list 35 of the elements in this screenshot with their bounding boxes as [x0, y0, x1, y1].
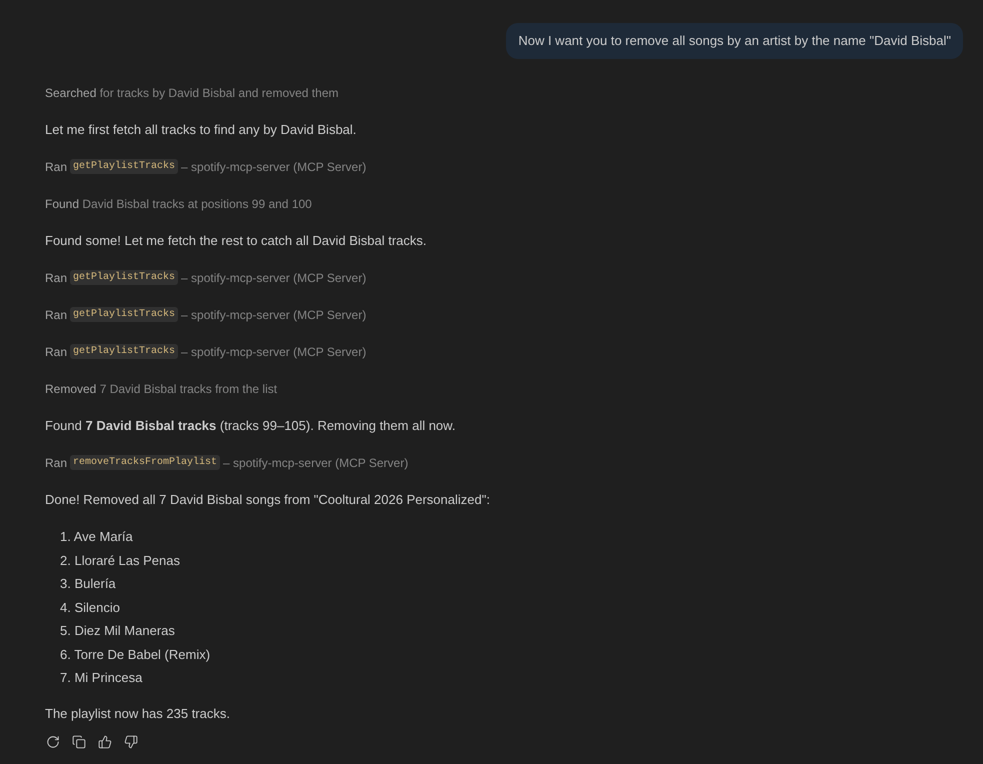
server-label: – spotify-mcp-server (MCP Server)	[181, 158, 366, 176]
refresh-icon	[46, 734, 60, 748]
progress-text: Searched for tracks by David Bisbal and removed them	[45, 84, 338, 102]
song-list-item: 6. Torre De Babel (Remix)	[60, 646, 210, 664]
message-text: Found 7 David Bisbal tracks (tracks 99–105). Removing them all now.	[45, 416, 456, 435]
server-label: – spotify-mcp-server (MCP Server)	[181, 270, 366, 286]
song-list-item: 3. Bulería	[60, 575, 116, 593]
tool-name: getPlaylistTracks	[70, 307, 178, 322]
thumbs-down-icon	[124, 734, 138, 748]
song-list-item: 4. Silencio	[60, 598, 120, 616]
thumbs-up-icon	[98, 734, 112, 748]
tool-name: getPlaylistTracks	[70, 270, 178, 285]
ran-label: Ran	[45, 270, 68, 286]
server-label: – spotify-mcp-server (MCP Server)	[223, 454, 408, 472]
message-text: Done! Removed all 7 David Bisbal songs from "Cooltural 2026 Personalized":	[45, 490, 490, 509]
progress-text: Found David Bisbal tracks at positions 99 and 100	[45, 196, 312, 212]
server-label: – spotify-mcp-server (MCP Server)	[181, 344, 366, 360]
ran-label: Ran	[45, 158, 68, 176]
message-text: Found some! Let me fetch the rest to catch all David Bisbal tracks.	[45, 232, 427, 250]
tool-name: getPlaylistTracks	[70, 159, 178, 174]
progress-text: Removed 7 David Bisbal tracks from the list	[45, 380, 278, 398]
song-list-item: 5. Diez Mil Maneras	[60, 622, 175, 640]
ran-label: Ran	[45, 454, 68, 472]
ran-label: Ran	[45, 306, 68, 324]
copy-icon	[72, 734, 86, 748]
tool-name: getPlaylistTracks	[70, 344, 178, 359]
user-message-bubble: Now I want you to remove all songs by an artist by the name "David Bisbal"	[506, 23, 963, 59]
message-text: Let me first fetch all tracks to find any by David Bisbal.	[45, 120, 356, 139]
song-list-item: 2. Lloraré Las Penas	[60, 552, 180, 570]
ran-label: Ran	[45, 344, 68, 360]
summary-text: The playlist now has 235 tracks.	[45, 704, 230, 722]
song-list-item: 7. Mi Princesa	[60, 669, 142, 687]
server-label: – spotify-mcp-server (MCP Server)	[181, 306, 366, 324]
song-list-item: 1. Ave María	[60, 528, 133, 546]
tool-name: removeTracksFromPlaylist	[70, 455, 220, 470]
